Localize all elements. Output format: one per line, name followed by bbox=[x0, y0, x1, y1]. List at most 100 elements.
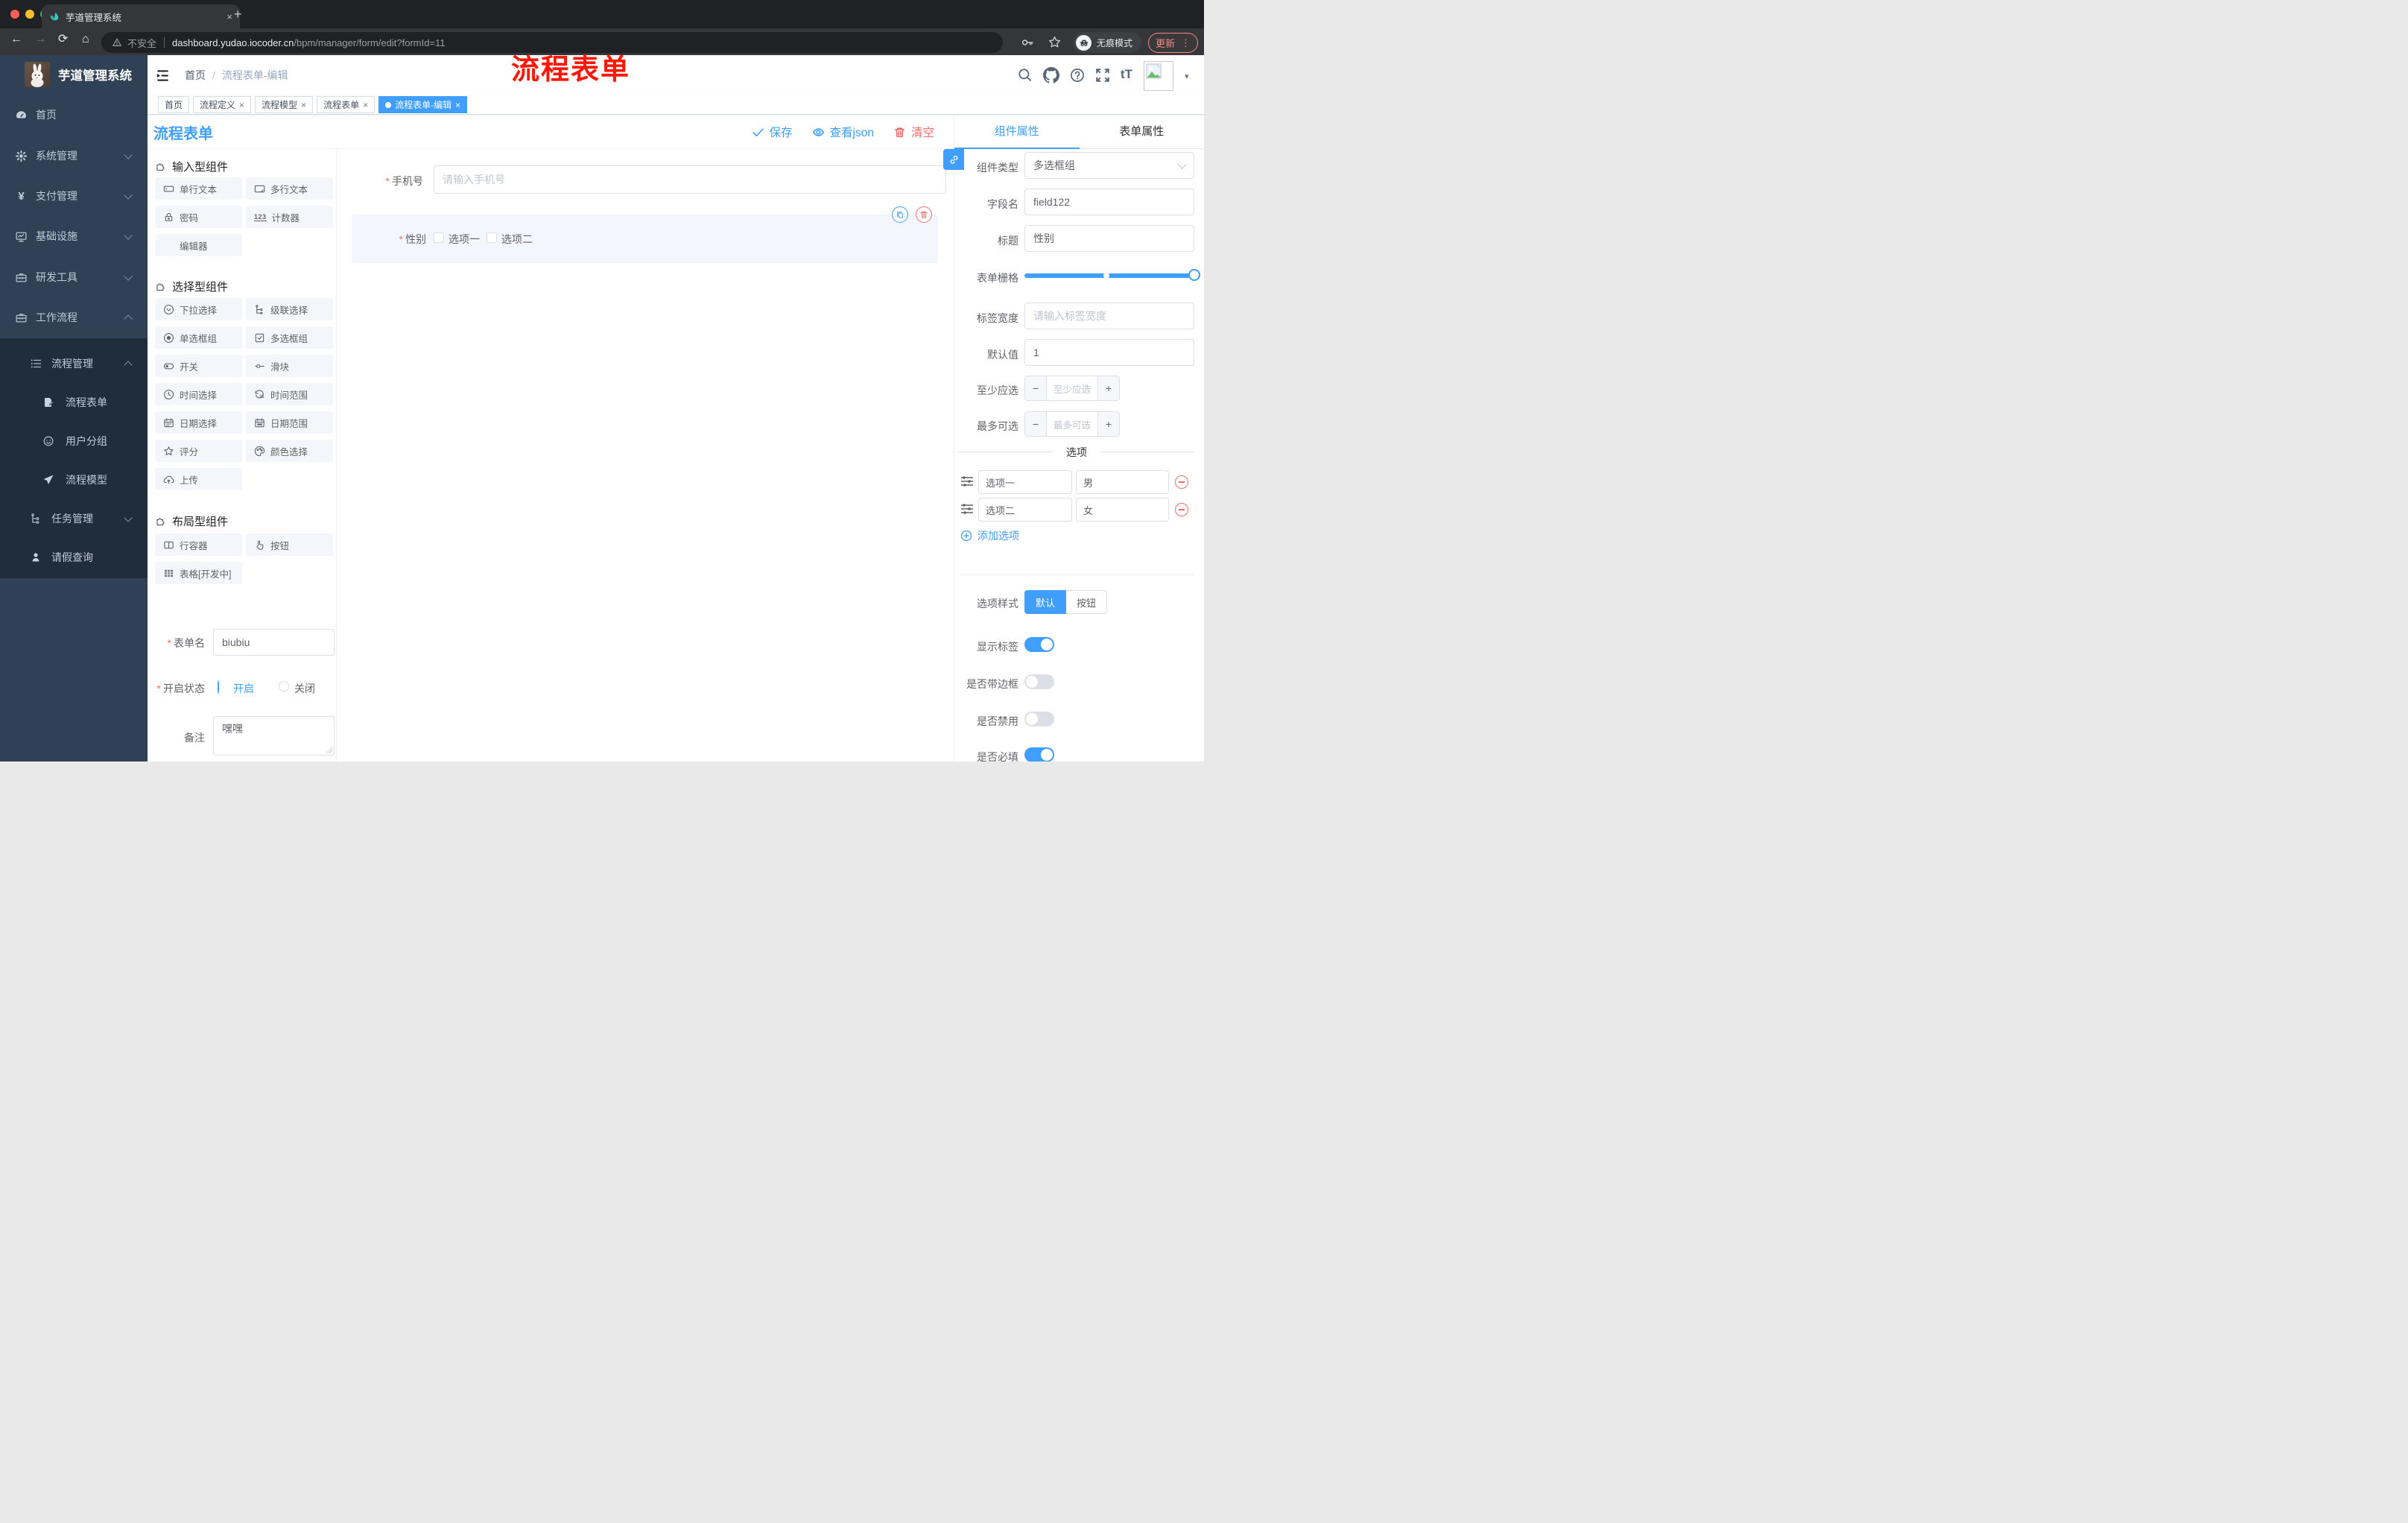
forward-icon[interactable]: → bbox=[34, 34, 46, 45]
component-table[interactable]: 表格[开发中] bbox=[155, 562, 242, 584]
component-password[interactable]: 密码 bbox=[155, 206, 242, 228]
component-type-select[interactable]: 多选框组 bbox=[1024, 152, 1194, 179]
tab-component-props[interactable]: 组件属性 bbox=[954, 115, 1080, 149]
macos-minimize-button[interactable] bbox=[25, 10, 34, 19]
option2-value-input[interactable]: 女 bbox=[1076, 498, 1169, 522]
drag-handle-icon[interactable] bbox=[960, 475, 974, 487]
tag-close-icon[interactable]: × bbox=[301, 100, 306, 110]
component-multi-line-text[interactable]: 多行文本 bbox=[246, 177, 333, 200]
status-off-label[interactable]: 关闭 bbox=[294, 681, 315, 696]
remove-option-button[interactable] bbox=[1175, 503, 1188, 516]
tag-process-form-edit[interactable]: 流程表单-编辑 × bbox=[378, 96, 468, 113]
avatar-caret-icon[interactable]: ▾ bbox=[1185, 72, 1189, 81]
gender-option1-checkbox[interactable] bbox=[434, 232, 444, 243]
sidebar-item-home[interactable]: 首页 bbox=[0, 95, 148, 135]
browser-tab[interactable]: 芋道管理系统 × bbox=[42, 4, 240, 28]
gender-option2-checkbox[interactable] bbox=[487, 232, 497, 243]
search-icon[interactable] bbox=[1018, 68, 1033, 83]
tag-home[interactable]: 首页 bbox=[158, 96, 190, 113]
sidebar-item-process-mgmt[interactable]: 流程管理 bbox=[0, 344, 148, 383]
border-switch[interactable] bbox=[1024, 674, 1054, 689]
url-bar[interactable]: 不安全 dashboard.yudao.iocoder.cn/bpm/manag… bbox=[101, 32, 1003, 53]
title-input[interactable] bbox=[1024, 225, 1194, 252]
component-cascader[interactable]: 级联选择 bbox=[246, 298, 333, 320]
gender-option2-label[interactable]: 选项二 bbox=[501, 232, 533, 247]
component-rate[interactable]: 评分 bbox=[155, 440, 242, 462]
home-icon[interactable]: ⌂ bbox=[82, 34, 89, 45]
drag-handle-icon[interactable] bbox=[960, 503, 974, 515]
min-select-value[interactable]: 至少应选 bbox=[1047, 376, 1097, 400]
tab-form-props[interactable]: 表单属性 bbox=[1080, 115, 1205, 148]
option2-label-input[interactable]: 选项二 bbox=[978, 498, 1072, 522]
avatar[interactable] bbox=[1144, 61, 1173, 91]
component-checkbox-group[interactable]: 多选框组 bbox=[246, 326, 333, 349]
browser-menu-kebab-icon[interactable]: ⋮ bbox=[1181, 37, 1191, 49]
component-date-range[interactable]: 日期范围 bbox=[246, 411, 333, 434]
key-icon[interactable] bbox=[1021, 36, 1034, 49]
status-on-radio[interactable] bbox=[218, 680, 219, 694]
component-color-picker[interactable]: 颜色选择 bbox=[246, 440, 333, 462]
max-select-value[interactable]: 最多可选 bbox=[1047, 412, 1097, 436]
slider-handle[interactable] bbox=[1188, 269, 1200, 281]
component-date-picker[interactable]: 日期选择 bbox=[155, 411, 242, 434]
reload-icon[interactable]: ⟳ bbox=[58, 34, 68, 45]
component-upload[interactable]: 上传 bbox=[155, 468, 242, 490]
option-style-default[interactable]: 默认 bbox=[1024, 590, 1067, 614]
component-switch[interactable]: 开关 bbox=[155, 355, 242, 377]
copy-component-button[interactable] bbox=[892, 206, 908, 223]
tag-process-model[interactable]: 流程模型 × bbox=[255, 96, 314, 113]
help-icon[interactable] bbox=[1070, 68, 1085, 83]
github-icon[interactable] bbox=[1043, 67, 1059, 83]
component-button[interactable]: 按钮 bbox=[246, 533, 333, 556]
status-off-radio[interactable] bbox=[279, 681, 289, 691]
sidebar-item-devtools[interactable]: 研发工具 bbox=[0, 257, 148, 297]
remove-option-button[interactable] bbox=[1175, 475, 1188, 489]
option-style-button[interactable]: 按钮 bbox=[1066, 590, 1108, 614]
bookmark-star-icon[interactable] bbox=[1048, 35, 1062, 49]
view-json-button[interactable]: 查看json bbox=[812, 124, 874, 140]
sidebar-item-leave-query[interactable]: 请假查询 bbox=[0, 538, 148, 577]
resize-grip[interactable] bbox=[326, 747, 332, 753]
back-icon[interactable]: ← bbox=[10, 34, 22, 45]
sidebar-item-payment[interactable]: ¥ 支付管理 bbox=[0, 176, 148, 216]
sidebar-item-user-group[interactable]: 用户分组 bbox=[0, 422, 148, 460]
sidebar-item-workflow[interactable]: 工作流程 bbox=[0, 297, 148, 338]
clear-button[interactable]: 清空 bbox=[893, 124, 934, 140]
field-name-input[interactable] bbox=[1024, 189, 1194, 215]
form-remark-textarea[interactable]: 嘿嘿 bbox=[213, 716, 335, 756]
sidebar-item-process-model[interactable]: 流程模型 bbox=[0, 460, 148, 499]
option1-label-input[interactable]: 选项一 bbox=[978, 470, 1072, 494]
grid-slider[interactable] bbox=[1024, 269, 1200, 281]
sidebar-item-task-mgmt[interactable]: 任务管理 bbox=[0, 499, 148, 538]
phone-field-input[interactable] bbox=[434, 165, 946, 194]
show-label-switch[interactable] bbox=[1024, 637, 1054, 652]
gender-option1-label[interactable]: 选项一 bbox=[449, 232, 480, 247]
required-switch[interactable] bbox=[1024, 747, 1054, 762]
default-value-input[interactable] bbox=[1024, 339, 1194, 366]
component-counter[interactable]: 123 计数器 bbox=[246, 206, 333, 228]
link-tag-button[interactable] bbox=[943, 149, 964, 170]
component-select[interactable]: 下拉选择 bbox=[155, 298, 242, 320]
tag-close-icon[interactable]: × bbox=[455, 100, 460, 110]
stepper-increase-button[interactable]: + bbox=[1097, 412, 1119, 436]
new-tab-button[interactable]: + bbox=[234, 7, 242, 22]
sidebar-item-process-form[interactable]: 流程表单 bbox=[0, 383, 148, 422]
component-slider[interactable]: 滑块 bbox=[246, 355, 333, 377]
sidebar-item-system[interactable]: 系统管理 bbox=[0, 136, 148, 176]
stepper-decrease-button[interactable]: − bbox=[1025, 412, 1047, 436]
sidebar-fold-icon[interactable] bbox=[156, 69, 170, 83]
component-time-picker[interactable]: 时间选择 bbox=[155, 383, 242, 405]
label-width-input[interactable] bbox=[1024, 303, 1194, 329]
save-button[interactable]: 保存 bbox=[752, 124, 793, 140]
tab-close-icon[interactable]: × bbox=[226, 11, 232, 22]
breadcrumb-home[interactable]: 首页 bbox=[185, 68, 206, 83]
disabled-switch[interactable] bbox=[1024, 712, 1054, 726]
tag-close-icon[interactable]: × bbox=[239, 100, 244, 110]
sidebar-item-infra[interactable]: 基础设施 bbox=[0, 216, 148, 256]
font-size-icon[interactable]: tT bbox=[1121, 67, 1132, 82]
macos-close-button[interactable] bbox=[10, 10, 19, 19]
tag-close-icon[interactable]: × bbox=[363, 100, 368, 110]
stepper-decrease-button[interactable]: − bbox=[1025, 376, 1047, 400]
fullscreen-icon[interactable] bbox=[1095, 68, 1110, 83]
update-button[interactable]: 更新 ⋮ bbox=[1148, 33, 1199, 53]
